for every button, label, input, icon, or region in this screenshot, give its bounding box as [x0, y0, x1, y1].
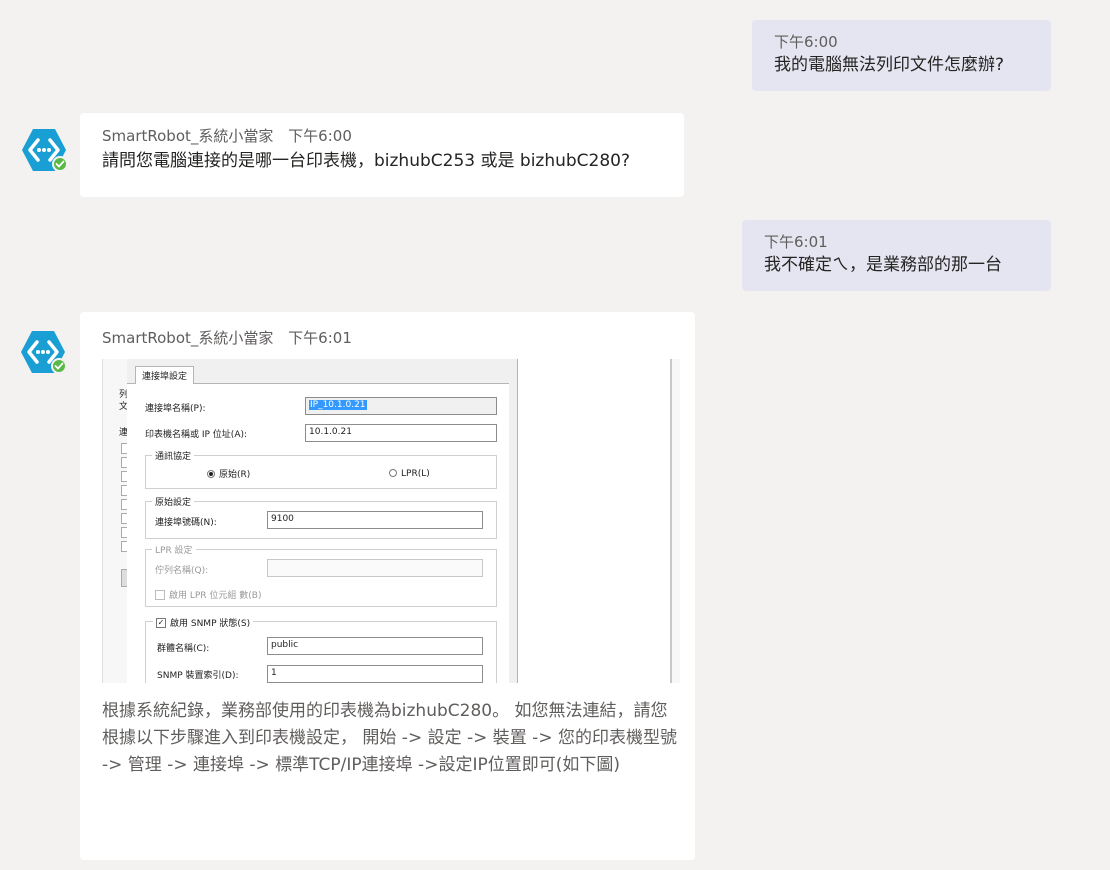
lpr-settings-group-title: LPR 設定	[152, 543, 196, 556]
background-window-edge	[671, 359, 680, 683]
community-name-value: public	[271, 640, 299, 650]
port-name-input[interactable]: IP_10.1.0.21	[305, 397, 497, 415]
lpr-byte-count-checkbox[interactable]: 啟用 LPR 位元組 數(B)	[155, 588, 261, 601]
user-message-2: 下午6:01 我不確定ㄟ，是業務部的那一台	[742, 220, 1051, 291]
port-number-label: 連接埠號碼(N):	[155, 518, 217, 528]
protocol-group: 通訊協定	[145, 449, 497, 489]
printer-ip-label: 印表機名稱或 IP 位址(A):	[145, 430, 248, 440]
message-timestamp: 下午6:00	[774, 33, 838, 51]
message-timestamp: 下午6:00	[288, 127, 352, 145]
radio-checked-icon	[207, 469, 215, 478]
message-text: 請問您電腦連接的是哪一台印表機，bizhubC253 或是 bizhubC280…	[102, 151, 631, 171]
community-name-input[interactable]: public	[267, 637, 483, 655]
user-message-1: 下午6:00 我的電腦無法列印文件怎麼辦?	[752, 20, 1051, 91]
tab-port-settings[interactable]: 連接埠設定	[135, 366, 195, 384]
snmp-index-value: 1	[271, 668, 277, 678]
bot-avatar-icon	[22, 129, 68, 172]
queue-name-label: 佇列名稱(Q):	[155, 566, 209, 576]
port-number-input[interactable]: 9100	[267, 511, 483, 529]
printer-ip-input[interactable]: 10.1.0.21	[305, 424, 497, 442]
checkbox-unchecked-icon	[155, 589, 165, 600]
sender-name: SmartRobot_系統小當家	[102, 329, 274, 347]
raw-radio[interactable]: 原始(R)	[207, 467, 250, 480]
printer-port-settings-image[interactable]: 列 文 連 連接埠設定 連接埠名稱(P): IP_10.1.0.21 印表機名稱…	[102, 359, 680, 683]
message-meta: SmartRobot_系統小當家 下午6:00	[102, 126, 662, 146]
message-timestamp: 下午6:01	[288, 329, 352, 347]
lpr-radio[interactable]: LPR(L)	[389, 468, 430, 479]
printer-ip-value: 10.1.0.21	[309, 427, 352, 437]
message-text: 根據系統紀錄，業務部使用的印表機為bizhubC280。 如您無法連結，請您根據…	[102, 701, 677, 775]
raw-radio-label: 原始(R)	[219, 470, 251, 480]
bot-message-1: SmartRobot_系統小當家 下午6:00 請問您電腦連接的是哪一台印表機，…	[80, 113, 684, 197]
snmp-checkbox[interactable]: ✓ 啟用 SNMP 狀態(S)	[153, 616, 254, 629]
bot-message-2: SmartRobot_系統小當家 下午6:01 列 文 連 連接埠設定 連接埠名…	[80, 312, 695, 860]
snmp-index-input[interactable]: 1	[267, 665, 483, 683]
sender-name: SmartRobot_系統小當家	[102, 127, 274, 145]
port-name-value: IP_10.1.0.21	[309, 400, 367, 410]
port-name-label: 連接埠名稱(P):	[145, 404, 206, 414]
message-timestamp: 下午6:01	[764, 233, 828, 251]
port-number-value: 9100	[271, 514, 294, 524]
lpr-radio-label: LPR(L)	[401, 469, 430, 479]
lpr-byte-count-label: 啟用 LPR 位元組 數(B)	[169, 591, 262, 601]
radio-unchecked-icon	[389, 468, 397, 477]
protocol-group-title: 通訊協定	[152, 449, 195, 462]
snmp-label: 啟用 SNMP 狀態(S)	[170, 619, 251, 629]
checkbox-checked-icon: ✓	[156, 617, 166, 628]
bot-avatar[interactable]	[21, 126, 71, 176]
message-meta: SmartRobot_系統小當家 下午6:01	[102, 328, 352, 348]
snmp-index-label: SNMP 裝置索引(D):	[157, 671, 239, 681]
community-name-label: 群體名稱(C):	[157, 644, 210, 654]
bot-avatar[interactable]	[20, 328, 70, 378]
queue-name-input[interactable]	[267, 559, 483, 577]
message-text: 我的電腦無法列印文件怎麼辦?	[774, 55, 1005, 75]
message-text: 我不確定ㄟ，是業務部的那一台	[764, 255, 1002, 275]
raw-settings-group-title: 原始設定	[152, 495, 195, 508]
bot-avatar-icon	[21, 331, 67, 374]
